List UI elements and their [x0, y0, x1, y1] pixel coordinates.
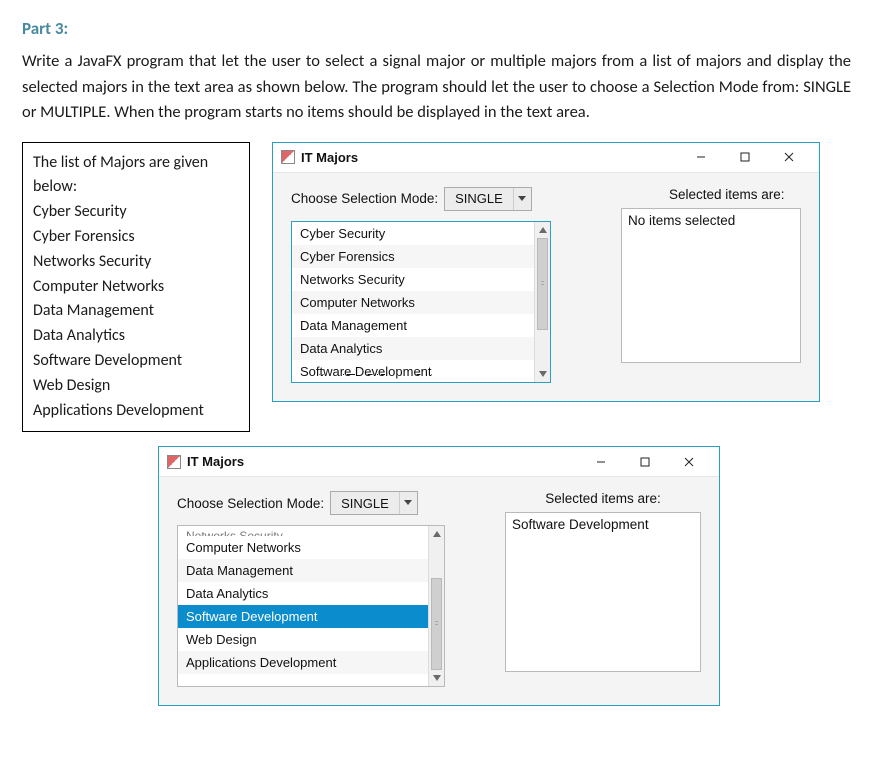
selected-items-label: Selected items are: [505, 491, 701, 506]
list-item[interactable]: Applications Development [178, 651, 428, 674]
chevron-down-icon [399, 492, 417, 514]
minimize-button[interactable] [579, 448, 623, 476]
list-item[interactable]: Cyber Forensics [292, 245, 534, 268]
selected-items-textarea[interactable]: Software Development [505, 512, 701, 672]
app-icon [281, 150, 295, 164]
window-title: IT Majors [301, 150, 358, 165]
chevron-down-icon [513, 188, 531, 210]
combo-value: SINGLE [331, 496, 399, 511]
list-item[interactable]: Software Development [292, 360, 534, 382]
scroll-thumb[interactable] [431, 578, 442, 670]
majors-listview[interactable]: Cyber Security Cyber Forensics Networks … [291, 221, 551, 383]
scroll-up-button[interactable] [429, 526, 444, 542]
selected-items-label: Selected items are: [621, 187, 801, 202]
window-it-majors-selected: IT Majors Choose Selection Mode: SINGLE … [158, 446, 720, 706]
instruction-text: Write a JavaFX program that let the user… [22, 49, 851, 126]
selected-items-textarea[interactable]: No items selected [621, 208, 801, 363]
list-item[interactable]: Data Analytics [178, 582, 428, 605]
maximize-button[interactable] [623, 448, 667, 476]
combo-value: SINGLE [445, 191, 513, 206]
scroll-up-button[interactable] [535, 222, 550, 238]
list-item[interactable]: Data Management [292, 314, 534, 337]
majors-item: Computer Networks [33, 275, 237, 300]
mode-label: Choose Selection Mode: [291, 191, 438, 206]
list-item[interactable]: Computer Networks [178, 536, 428, 559]
majors-intro: The list of Majors are given below: [33, 151, 237, 201]
scroll-thumb[interactable] [537, 238, 548, 330]
scroll-down-button[interactable] [429, 670, 444, 686]
list-item[interactable]: Computer Networks [292, 291, 534, 314]
list-item-selected[interactable]: Software Development [178, 605, 428, 628]
majors-item: Web Design [33, 374, 237, 399]
window-title: IT Majors [187, 454, 244, 469]
list-item[interactable]: Networks Security [292, 268, 534, 291]
scrollbar[interactable] [428, 526, 444, 686]
selection-mode-combo[interactable]: SINGLE [444, 187, 532, 211]
majors-item: Data Management [33, 299, 237, 324]
titlebar[interactable]: IT Majors [273, 143, 819, 173]
selection-mode-combo[interactable]: SINGLE [330, 491, 418, 515]
list-item[interactable]: Web Design [178, 628, 428, 651]
scroll-down-button[interactable] [535, 366, 550, 382]
majors-item: Data Analytics [33, 324, 237, 349]
list-item[interactable]: Networks Security [178, 526, 428, 536]
minimize-button[interactable] [679, 143, 723, 171]
app-icon [167, 455, 181, 469]
close-button[interactable] [667, 448, 711, 476]
majors-reference-box: The list of Majors are given below: Cybe… [22, 142, 250, 433]
window-it-majors-initial: IT Majors Choose Selection Mode: SINGLE [272, 142, 820, 402]
list-item[interactable]: Cyber Security [292, 222, 534, 245]
majors-item: Cyber Security [33, 200, 237, 225]
part-heading: Part 3: [22, 18, 851, 39]
list-item[interactable]: Data Management [178, 559, 428, 582]
titlebar[interactable]: IT Majors [159, 447, 719, 477]
majors-item: Cyber Forensics [33, 225, 237, 250]
list-item[interactable]: Data Analytics [292, 337, 534, 360]
majors-item: Applications Development [33, 399, 237, 424]
mode-label: Choose Selection Mode: [177, 496, 324, 511]
majors-listview[interactable]: Networks Security Computer Networks Data… [177, 525, 445, 687]
scrollbar[interactable] [534, 222, 550, 382]
majors-item: Networks Security [33, 250, 237, 275]
maximize-button[interactable] [723, 143, 767, 171]
close-button[interactable] [767, 143, 811, 171]
majors-item: Software Development [33, 349, 237, 374]
